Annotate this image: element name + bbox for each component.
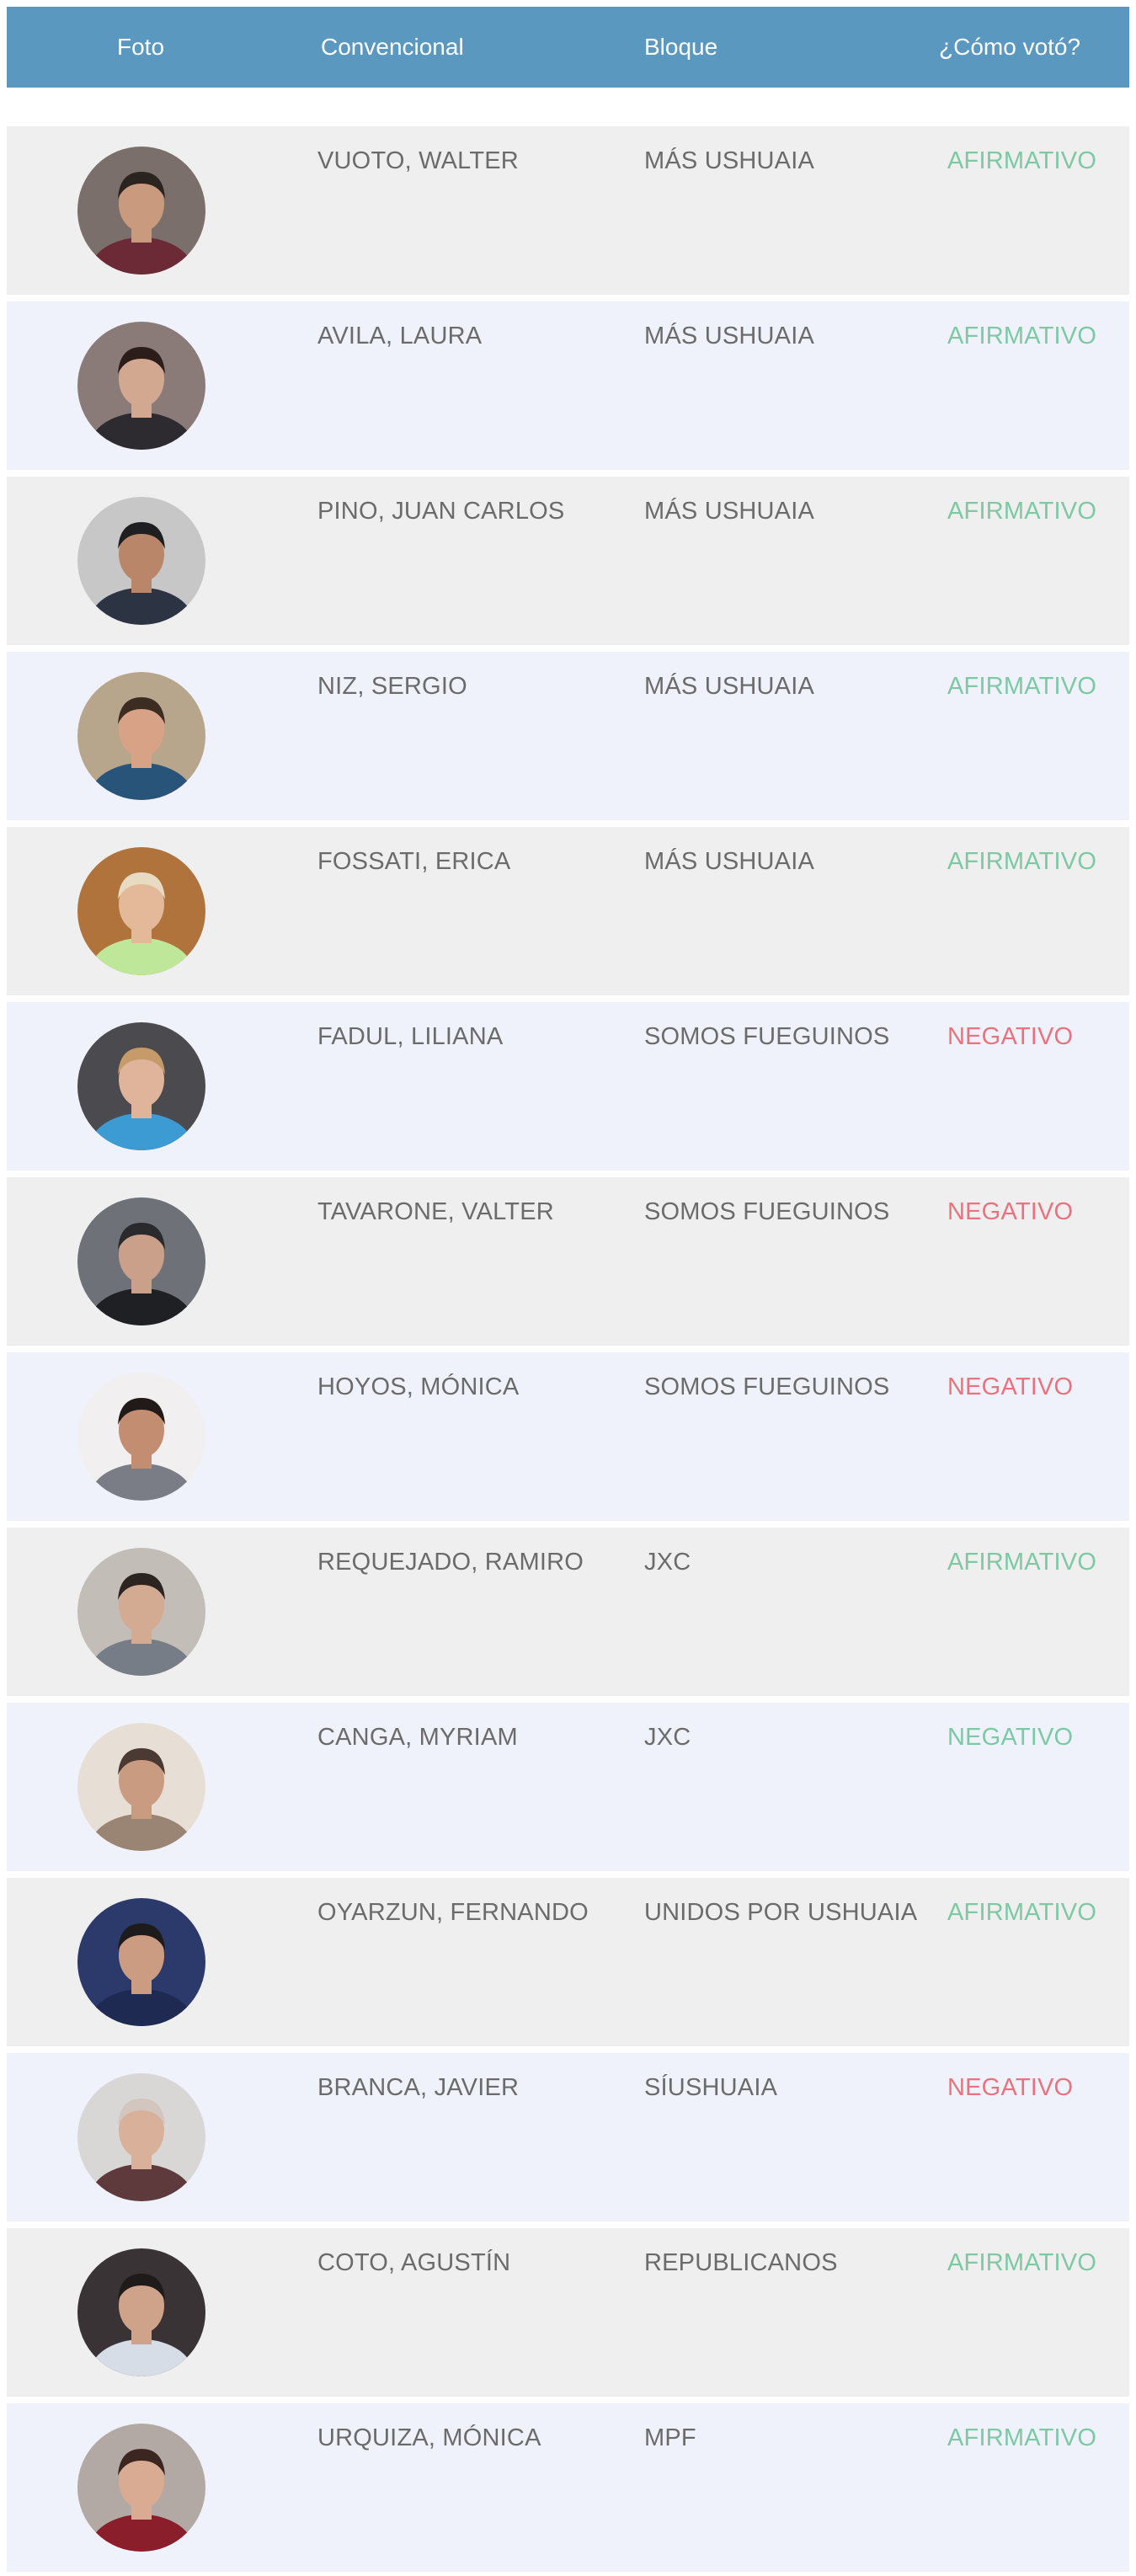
person-photo-icon: [77, 2248, 205, 2376]
person-photo-icon: [77, 322, 205, 450]
table-row: AVILA, LAURA MÁS USHUAIA AFIRMATIVO: [7, 301, 1129, 470]
vote-status: AFIRMATIVO: [947, 2424, 1097, 2451]
person-photo-icon: [77, 1197, 205, 1325]
person-photo-icon: [77, 1548, 205, 1676]
convencional-name: BRANCA, JAVIER: [317, 2074, 520, 2101]
bloque-name: MÁS USHUAIA: [644, 323, 815, 349]
vote-status: AFIRMATIVO: [947, 147, 1097, 174]
header-bloque: Bloque: [644, 34, 718, 60]
table-row: REQUEJADO, RAMIRO JXC AFIRMATIVO: [7, 1528, 1129, 1696]
convencional-name: PINO, JUAN CARLOS: [317, 498, 565, 525]
header-foto: Foto: [117, 34, 165, 60]
avatar: [77, 1898, 205, 2026]
table-row: PINO, JUAN CARLOS MÁS USHUAIA AFIRMATIVO: [7, 477, 1129, 645]
convencional-name: NIZ, SERGIO: [317, 673, 467, 700]
table-row: CANGA, MYRIAM JXC NEGATIVO: [7, 1703, 1129, 1871]
vote-status: AFIRMATIVO: [947, 2249, 1097, 2276]
person-photo-icon: [77, 672, 205, 800]
bloque-name: MÁS USHUAIA: [644, 848, 815, 875]
table-row: COTO, AGUSTÍN REPUBLICANOS AFIRMATIVO: [7, 2228, 1129, 2397]
convencional-name: REQUEJADO, RAMIRO: [317, 1549, 584, 1576]
table-row: FADUL, LILIANA SOMOS FUEGUINOS NEGATIVO: [7, 1002, 1129, 1171]
table-row: HOYOS, MÓNICA SOMOS FUEGUINOS NEGATIVO: [7, 1352, 1129, 1521]
avatar: [77, 147, 205, 275]
vote-status: AFIRMATIVO: [947, 1549, 1097, 1576]
avatar: [77, 1373, 205, 1501]
convencional-name: OYARZUN, FERNANDO: [317, 1899, 589, 1926]
avatar: [77, 1723, 205, 1851]
vote-status: AFIRMATIVO: [947, 1899, 1097, 1926]
person-photo-icon: [77, 2424, 205, 2552]
table-row: FOSSATI, ERICA MÁS USHUAIA AFIRMATIVO: [7, 827, 1129, 995]
bloque-name: MÁS USHUAIA: [644, 147, 815, 174]
bloque-name: SOMOS FUEGUINOS: [644, 1023, 890, 1050]
convencional-name: VUOTO, WALTER: [317, 147, 519, 174]
header-como-voto: ¿Cómo votó?: [939, 34, 1081, 60]
vote-status: NEGATIVO: [947, 1023, 1074, 1050]
person-photo-icon: [77, 1898, 205, 2026]
table-row: TAVARONE, VALTER SOMOS FUEGUINOS NEGATIVO: [7, 1177, 1129, 1346]
avatar: [77, 1548, 205, 1676]
table-row: OYARZUN, FERNANDO UNIDOS POR USHUAIA AFIRM…: [7, 1878, 1129, 2046]
avatar: [77, 322, 205, 450]
bloque-name: UNIDOS POR USHUAIA: [644, 1899, 918, 1926]
bloque-name: JXC: [644, 1724, 691, 1751]
table-row: VUOTO, WALTER MÁS USHUAIA AFIRMATIVO: [7, 126, 1129, 295]
convencional-name: COTO, AGUSTÍN: [317, 2249, 511, 2276]
person-photo-icon: [77, 1373, 205, 1501]
avatar: [77, 1022, 205, 1150]
convencional-name: CANGA, MYRIAM: [317, 1724, 518, 1751]
person-photo-icon: [77, 847, 205, 975]
person-photo-icon: [77, 2073, 205, 2201]
header-convencional: Convencional: [321, 34, 464, 60]
vote-status: AFIRMATIVO: [947, 848, 1097, 875]
vote-status: AFIRMATIVO: [947, 323, 1097, 349]
convencional-name: AVILA, LAURA: [317, 323, 483, 349]
person-photo-icon: [77, 1723, 205, 1851]
avatar: [77, 2424, 205, 2552]
avatar: [77, 1197, 205, 1325]
bloque-name: REPUBLICANOS: [644, 2249, 838, 2276]
avatar: [77, 497, 205, 625]
bloque-name: SOMOS FUEGUINOS: [644, 1373, 890, 1400]
avatar: [77, 672, 205, 800]
vote-status: AFIRMATIVO: [947, 673, 1097, 700]
table-header: Foto Convencional Bloque ¿Cómo votó?: [7, 7, 1129, 88]
convencional-name: FADUL, LILIANA: [317, 1023, 504, 1050]
bloque-name: SOMOS FUEGUINOS: [644, 1198, 890, 1225]
table-row: NIZ, SERGIO MÁS USHUAIA AFIRMATIVO: [7, 652, 1129, 820]
bloque-name: MÁS USHUAIA: [644, 498, 815, 525]
vote-status: NEGATIVO: [947, 1724, 1074, 1751]
convencional-name: TAVARONE, VALTER: [317, 1198, 554, 1225]
convencional-name: HOYOS, MÓNICA: [317, 1373, 520, 1400]
vote-status: AFIRMATIVO: [947, 498, 1097, 525]
convencional-name: URQUIZA, MÓNICA: [317, 2424, 541, 2451]
avatar: [77, 2248, 205, 2376]
bloque-name: JXC: [644, 1549, 691, 1576]
avatar: [77, 847, 205, 975]
person-photo-icon: [77, 497, 205, 625]
person-photo-icon: [77, 1022, 205, 1150]
table-row: URQUIZA, MÓNICA MPF AFIRMATIVO: [7, 2403, 1129, 2572]
table-row: BRANCA, JAVIER SÍUSHUAIA NEGATIVO: [7, 2053, 1129, 2221]
bloque-name: MÁS USHUAIA: [644, 673, 815, 700]
vote-status: NEGATIVO: [947, 1373, 1074, 1400]
vote-status: NEGATIVO: [947, 2074, 1074, 2101]
avatar: [77, 2073, 205, 2201]
bloque-name: MPF: [644, 2424, 696, 2451]
vote-status: NEGATIVO: [947, 1198, 1074, 1225]
bloque-name: SÍUSHUAIA: [644, 2074, 778, 2101]
convencional-name: FOSSATI, ERICA: [317, 848, 511, 875]
person-photo-icon: [77, 147, 205, 275]
